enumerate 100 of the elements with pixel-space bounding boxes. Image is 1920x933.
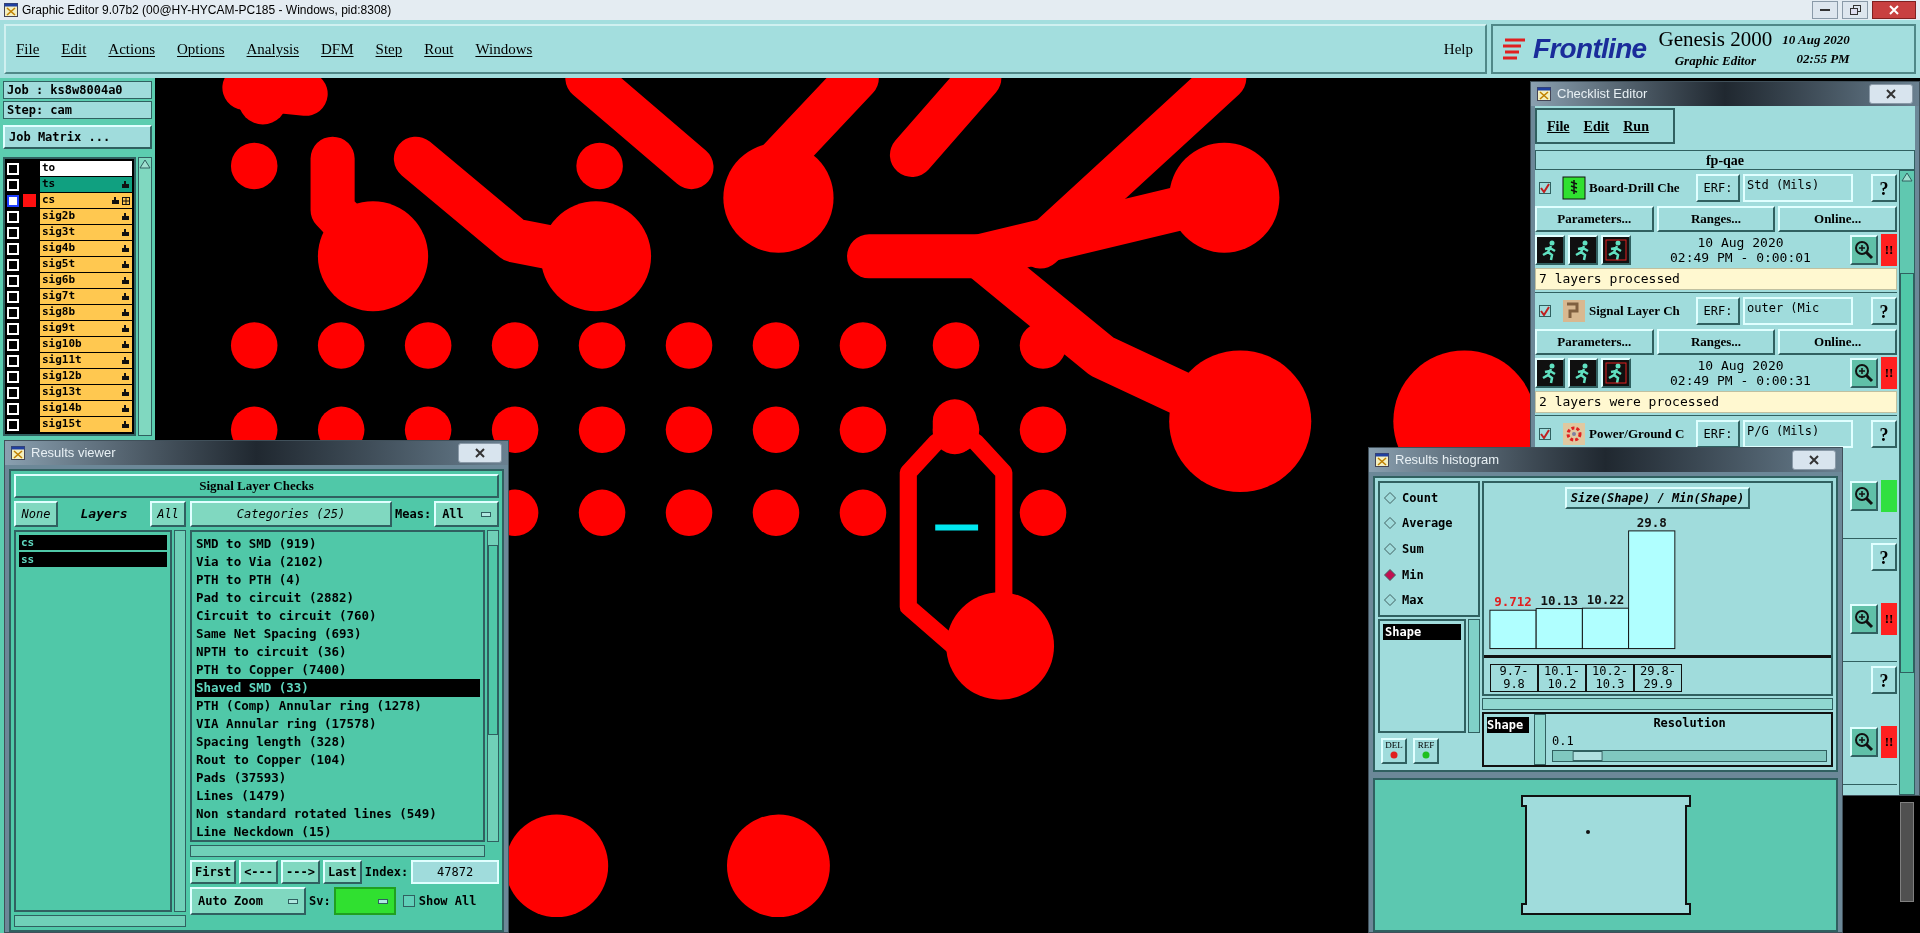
color-dropdown[interactable] [333,887,396,915]
navigation-button[interactable]: ---> [281,860,320,884]
category-list-item[interactable]: Pads (37593) [195,769,480,787]
zoom-button[interactable] [1850,358,1878,388]
menu-item[interactable]: Step [375,37,403,61]
run-button[interactable] [1601,358,1631,388]
navigation-button[interactable]: First [190,860,237,884]
category-list-item[interactable]: SMD to SMD (919) [195,535,480,553]
show-all-checkbox[interactable] [402,895,415,907]
layer-row[interactable]: sig10b [40,337,132,352]
category-list-item[interactable]: Lines (1479) [195,787,480,805]
erf-field[interactable]: P/G (Mils) [1743,420,1853,448]
layer-row[interactable]: sig3t [40,225,132,240]
category-list-item[interactable]: Rout to Copper (104) [195,751,480,769]
category-list-item[interactable]: NPTH to circuit (36) [195,643,480,661]
navigation-button[interactable]: Last [322,860,362,884]
layer-row[interactable]: sig9t [40,321,132,336]
close-button[interactable] [458,443,502,463]
job-matrix-button[interactable]: Job Matrix ... [3,125,152,149]
run-button[interactable] [1535,358,1565,388]
delete-button[interactable]: DEL [1381,738,1407,764]
resolution-slider[interactable] [1552,750,1827,762]
menu-item[interactable]: Edit [1583,115,1610,137]
index-field[interactable]: 47872 [411,860,499,884]
help-button[interactable]: ? [1871,543,1897,571]
scrollbar[interactable] [1899,170,1915,795]
erf-field[interactable]: Std (Mils) [1743,174,1853,202]
scrollbar[interactable] [14,915,186,927]
run-button[interactable] [1601,235,1631,265]
help-button[interactable]: ? [1871,297,1897,325]
category-list-item[interactable]: PTH to PTH (4) [195,571,480,589]
layer-row[interactable]: ts [40,177,132,192]
meas-dropdown[interactable]: All [434,501,499,527]
refresh-button[interactable]: REF [1413,738,1439,764]
layer-row[interactable]: sig8b [40,305,132,320]
category-list-item[interactable]: PTH (Comp) Annular ring (1278) [195,697,480,715]
layer-row[interactable]: cs [40,193,132,208]
radio-button[interactable] [1384,543,1396,555]
category-list-item[interactable]: Same Net Spacing (693) [195,625,480,643]
category-list-item[interactable]: Pad to circuit (2882) [195,589,480,607]
scrollbar[interactable] [1534,714,1546,765]
radio-button[interactable] [1384,568,1396,581]
layer-row[interactable]: sig15t [40,417,132,432]
category-list-item[interactable]: Via to Via (2102) [195,553,480,571]
scrollbar[interactable] [138,157,152,436]
all-button[interactable]: All [150,501,186,527]
erf-field[interactable]: outer (Mic [1743,297,1853,325]
category-list-item[interactable]: PTH to Copper (7400) [195,661,480,679]
layer-row[interactable]: sig7t [40,289,132,304]
run-button[interactable] [1568,358,1598,388]
layer-row[interactable]: sig12b [40,369,132,384]
erf-button[interactable]: ERF: [1696,174,1740,202]
close-button[interactable] [1872,1,1916,19]
scrollbar[interactable] [174,530,186,912]
field-list-item[interactable]: Shape [1383,624,1461,640]
menu-item[interactable]: Options [177,37,225,61]
help-button[interactable]: ? [1871,174,1897,202]
layer-row[interactable]: sig4b [40,241,132,256]
layer-row[interactable]: sig6b [40,273,132,288]
scrollbar[interactable] [1900,802,1914,902]
layer-row[interactable]: sig11t [40,353,132,368]
category-list-item[interactable]: Non standard rotated lines (549) [195,805,480,823]
category-list-item[interactable]: Spacing length (328) [195,733,480,751]
resolution-field-item[interactable]: Shape [1487,717,1529,733]
menu-item[interactable]: Actions [108,37,155,61]
layer-row[interactable]: sig2b [40,209,132,224]
run-button[interactable] [1568,235,1598,265]
maximize-button[interactable] [1842,1,1868,19]
scrollbar[interactable] [190,845,485,857]
check-checkbox[interactable] [1539,182,1551,194]
run-button[interactable] [1535,235,1565,265]
scrollbar[interactable] [1468,619,1480,733]
layer-checkbox[interactable] [7,194,19,207]
categories-button[interactable]: Categories (25) [190,501,392,527]
category-list-item[interactable]: VIA Annular ring (17578) [195,715,480,733]
close-button[interactable] [1792,450,1836,470]
category-list-item[interactable]: Line Neckdown (15) [195,823,480,841]
layer-row[interactable]: sig13t [40,385,132,400]
menu-item[interactable]: File [1547,115,1570,137]
check-checkbox[interactable] [1539,305,1551,317]
erf-button[interactable]: ERF: [1696,297,1740,325]
menu-item[interactable]: Edit [61,37,87,61]
check-action-button[interactable]: Parameters... [1535,329,1654,355]
zoom-button[interactable] [1850,727,1878,757]
menu-item[interactable]: Rout [424,37,454,61]
erf-button[interactable]: ERF: [1696,420,1740,448]
check-action-button[interactable]: Ranges... [1656,329,1776,355]
none-button[interactable]: None [14,501,58,527]
scrollbar[interactable] [487,530,499,842]
check-action-button[interactable]: Online... [1778,206,1897,232]
menu-item[interactable]: File [16,37,40,61]
navigation-button[interactable]: <--- [239,860,279,884]
zoom-button[interactable] [1850,604,1878,634]
radio-button[interactable] [1384,594,1396,607]
layer-list-item[interactable]: ss [19,552,167,567]
category-list-item[interactable]: Shaved SMD (33) [195,679,480,697]
slider-thumb[interactable] [1572,751,1603,761]
check-action-button[interactable]: Ranges... [1656,206,1776,232]
layer-row[interactable]: sig14b [40,401,132,416]
zoom-mode-dropdown[interactable]: Auto Zoom [190,887,306,915]
